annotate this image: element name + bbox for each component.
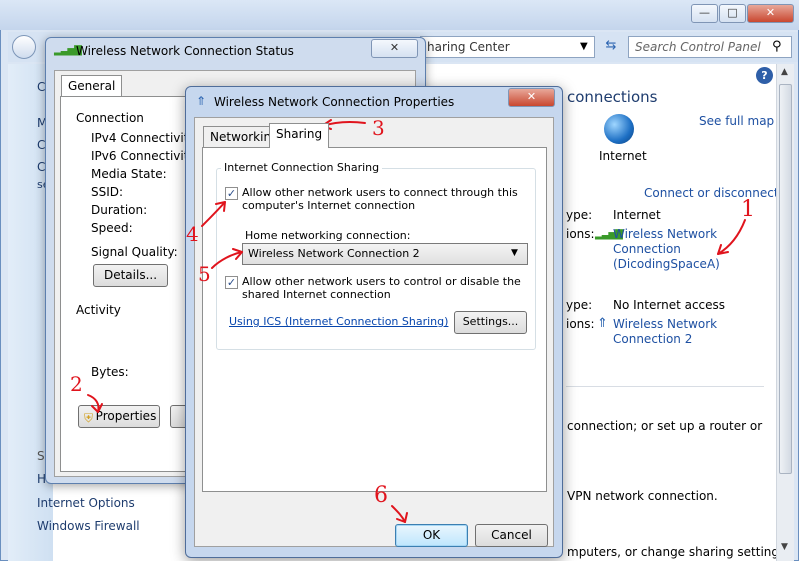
arrow-1 [717, 219, 746, 255]
arrow-2 [87, 394, 100, 413]
annotation-3: 3 [372, 116, 385, 140]
arrow-5 [211, 251, 243, 269]
annotation-4: 4 [186, 222, 199, 246]
annotation-1: 1 [741, 197, 755, 222]
tab-sharing[interactable]: Sharing [269, 123, 330, 148]
annotation-5: 5 [198, 262, 211, 286]
arrow-4 [201, 201, 226, 227]
arrow-2-head [91, 403, 103, 413]
annotation-6: 6 [374, 483, 388, 508]
annotation-2: 2 [70, 372, 83, 396]
annotation-layer [87, 119, 746, 523]
